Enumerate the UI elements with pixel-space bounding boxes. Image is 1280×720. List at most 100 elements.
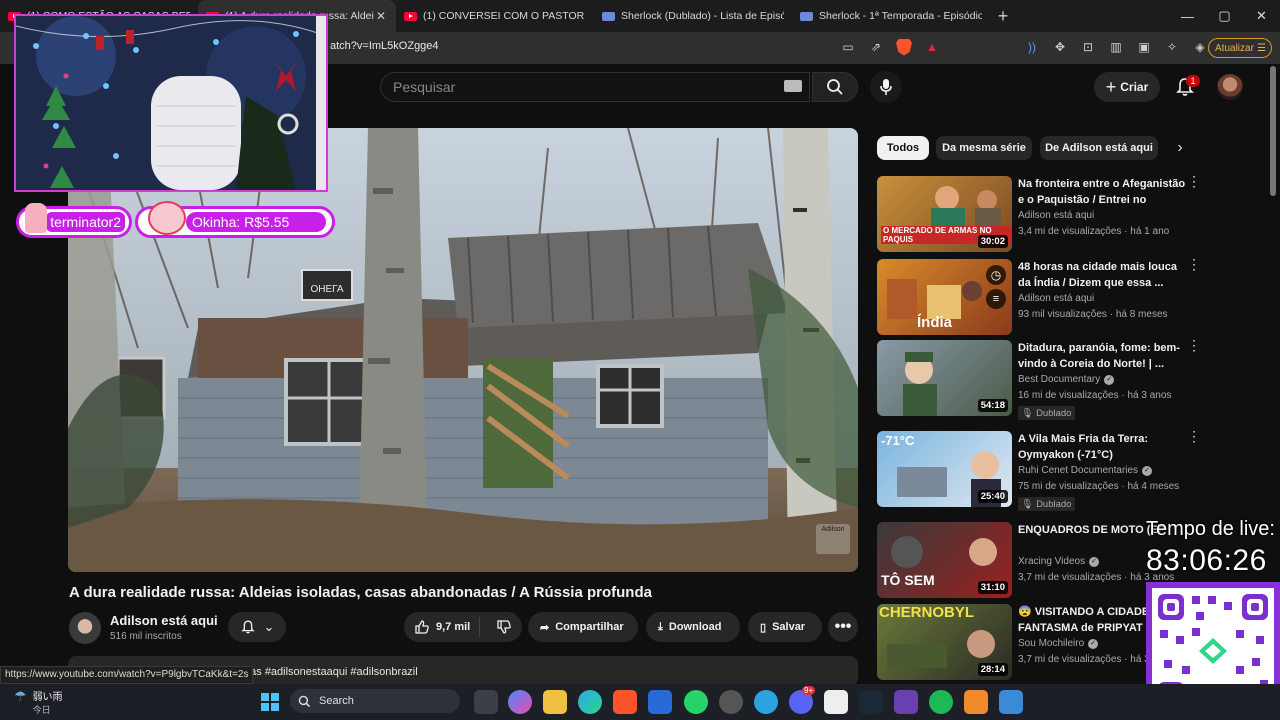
- edge-icon[interactable]: [578, 690, 602, 714]
- share-page-icon[interactable]: ⇗: [868, 39, 884, 55]
- close-tab-icon[interactable]: ✕: [374, 9, 388, 23]
- brave-rewards-icon[interactable]: ▲: [924, 39, 940, 55]
- chevron-right-icon[interactable]: ›: [1170, 138, 1190, 158]
- app-icon[interactable]: [719, 690, 743, 714]
- recommendation-channel[interactable]: Adilson está aqui: [1018, 210, 1094, 221]
- hashtags-text[interactable]: #adilsonestaaqui #adilsonbrazil: [265, 666, 418, 678]
- new-tab-button[interactable]: +: [990, 6, 1016, 27]
- url-field[interactable]: atch?v=ImL5kOZgge4: [330, 40, 439, 52]
- recommendation-channel[interactable]: Ruhi Cenet Documentaries ✓: [1018, 465, 1153, 476]
- site-favicon-icon: [602, 11, 615, 21]
- brave-browser-icon[interactable]: [613, 690, 637, 714]
- thumbnail[interactable]: -71°C 25:40: [877, 431, 1012, 507]
- add-to-queue-icon[interactable]: ≡: [986, 289, 1006, 309]
- microsoft-store-icon[interactable]: [648, 690, 672, 714]
- voice-search-button[interactable]: [870, 71, 902, 103]
- thumbnail[interactable]: TÔ SEM 31:10: [877, 522, 1012, 598]
- rain-umbrella-icon: ☂: [14, 688, 27, 704]
- more-actions-button[interactable]: •••: [828, 612, 858, 642]
- screenshot-icon[interactable]: ⊡: [1080, 39, 1096, 55]
- download-button[interactable]: ⤓ Download: [646, 612, 740, 642]
- page-scrollbar[interactable]: [1270, 66, 1276, 196]
- search-input[interactable]: Pesquisar: [380, 72, 810, 102]
- create-button[interactable]: + Criar: [1094, 72, 1160, 102]
- chip-all[interactable]: Todos: [877, 136, 929, 160]
- browser-tab-4[interactable]: Sherlock (Dublado) - Lista de Episód: [594, 0, 792, 32]
- telegram-icon[interactable]: [754, 690, 778, 714]
- site-favicon-icon: [800, 11, 813, 21]
- recommendation-item[interactable]: -71°C 25:40 A Vila Mais Fria da Terra: O…: [877, 429, 1207, 511]
- dislike-button[interactable]: [486, 619, 512, 635]
- like-dislike-group: 9,7 mil: [404, 612, 522, 642]
- more-vert-icon[interactable]: ⋮: [1187, 174, 1201, 188]
- update-button[interactable]: Atualizar ☰: [1208, 38, 1272, 58]
- more-vert-icon[interactable]: ⋮: [1187, 429, 1201, 443]
- pink-cat-avatar-icon: [25, 203, 47, 233]
- save-button[interactable]: ▯ Salvar: [748, 612, 822, 642]
- copilot-icon[interactable]: [508, 690, 532, 714]
- weather-widget[interactable]: ☂ 弱い雨 今日: [14, 688, 63, 716]
- like-button[interactable]: 9,7 mil: [404, 617, 480, 637]
- recommendation-item[interactable]: Índia ◷ ≡ 48 horas na cidade mais louca …: [877, 257, 1207, 337]
- recommendation-item[interactable]: 54:18 Ditadura, paranóia, fome: bem-vind…: [877, 338, 1207, 420]
- recommendation-title[interactable]: Ditadura, paranóia, fome: bem-vindo à Co…: [1018, 340, 1186, 372]
- more-vert-icon[interactable]: ⋮: [1187, 257, 1201, 271]
- account-avatar[interactable]: [1217, 74, 1243, 100]
- chip-from-channel[interactable]: De Adilson está aqui: [1040, 136, 1158, 160]
- file-explorer-icon[interactable]: [543, 690, 567, 714]
- vpn-shield-icon[interactable]: ◈: [1192, 39, 1208, 55]
- cast-icon[interactable]: ▭: [840, 39, 856, 55]
- wallet-icon[interactable]: ▣: [1136, 39, 1152, 55]
- thumbnail[interactable]: O MERCADO DE ARMAS NO PAQUIS 30:02: [877, 176, 1012, 252]
- audio-icon[interactable]: )): [1024, 39, 1040, 55]
- extensions-icon[interactable]: ✥: [1052, 39, 1068, 55]
- create-label: Criar: [1120, 80, 1149, 94]
- browser-tab-3[interactable]: (1) CONVERSEI COM O PASTOR QUE: [396, 0, 594, 32]
- vlc-icon[interactable]: [964, 690, 988, 714]
- thumbnail[interactable]: 54:18: [877, 340, 1012, 416]
- bookmark-icon: ▯: [760, 621, 767, 634]
- steam-icon[interactable]: [859, 690, 883, 714]
- recommendation-title[interactable]: A Vila Mais Fria da Terra: Oymyakon (-71…: [1018, 431, 1186, 463]
- hashtags[interactable]: nas #adilsonestaaqui #adilsonbrazil: [244, 666, 418, 678]
- share-icon: ➦: [540, 621, 550, 634]
- obs-icon[interactable]: [894, 690, 918, 714]
- recommendation-channel[interactable]: Adilson está aqui: [1018, 293, 1094, 304]
- thumbs-up-icon: [415, 620, 429, 634]
- more-vert-icon[interactable]: ⋮: [1187, 338, 1201, 352]
- chip-same-series[interactable]: Da mesma série: [936, 136, 1032, 160]
- app-icon[interactable]: [999, 690, 1023, 714]
- capcut-icon[interactable]: [824, 690, 848, 714]
- keyboard-icon[interactable]: [784, 80, 802, 92]
- windows-start-icon[interactable]: [258, 690, 282, 714]
- minimize-button[interactable]: —: [1169, 0, 1206, 32]
- recommendation-item[interactable]: O MERCADO DE ARMAS NO PAQUIS 30:02 Na fr…: [877, 174, 1207, 254]
- search-button[interactable]: [812, 72, 858, 102]
- share-button[interactable]: ➦ Compartilhar: [528, 612, 638, 642]
- taskbar-search[interactable]: Search: [290, 689, 460, 713]
- recommendation-title[interactable]: 48 horas na cidade mais louca da Índia /…: [1018, 259, 1186, 291]
- brave-shields-icon[interactable]: [896, 38, 912, 56]
- recommendation-channel[interactable]: Best Documentary ✓: [1018, 374, 1115, 385]
- recommendation-channel[interactable]: Xracing Videos ✓: [1018, 556, 1100, 567]
- menu-icon[interactable]: ☰: [1257, 43, 1266, 54]
- recommendation-channel[interactable]: Sou Mochileiro ✓: [1018, 638, 1099, 649]
- browser-tab-5[interactable]: Sherlock - 1ª Temporada - Episódio: [792, 0, 990, 32]
- whatsapp-icon[interactable]: [684, 690, 708, 714]
- maximize-button[interactable]: ▢: [1206, 0, 1243, 32]
- thumbnail[interactable]: Índia ◷ ≡: [877, 259, 1012, 335]
- channel-avatar[interactable]: [69, 612, 101, 644]
- thumbnail[interactable]: CHERNOBYL 28:14: [877, 604, 1012, 680]
- channel-watermark[interactable]: Adilson: [816, 524, 850, 554]
- watch-later-clock-icon[interactable]: ◷: [986, 265, 1006, 285]
- recommendation-title[interactable]: Na fronteira entre o Afeganistão e o Paq…: [1018, 176, 1186, 208]
- spotify-icon[interactable]: [929, 690, 953, 714]
- task-view-icon[interactable]: [474, 690, 498, 714]
- sidebar-icon[interactable]: ▥: [1108, 39, 1124, 55]
- video-player[interactable]: ОНЕГА Adilson: [68, 128, 858, 572]
- subscription-bell-button[interactable]: ⌄: [228, 612, 286, 642]
- close-window-button[interactable]: ✕: [1243, 0, 1280, 32]
- channel-name[interactable]: Adilson está aqui: [110, 613, 218, 628]
- verified-check-icon: ✓: [1089, 556, 1100, 567]
- leo-ai-icon[interactable]: ✧: [1164, 39, 1180, 55]
